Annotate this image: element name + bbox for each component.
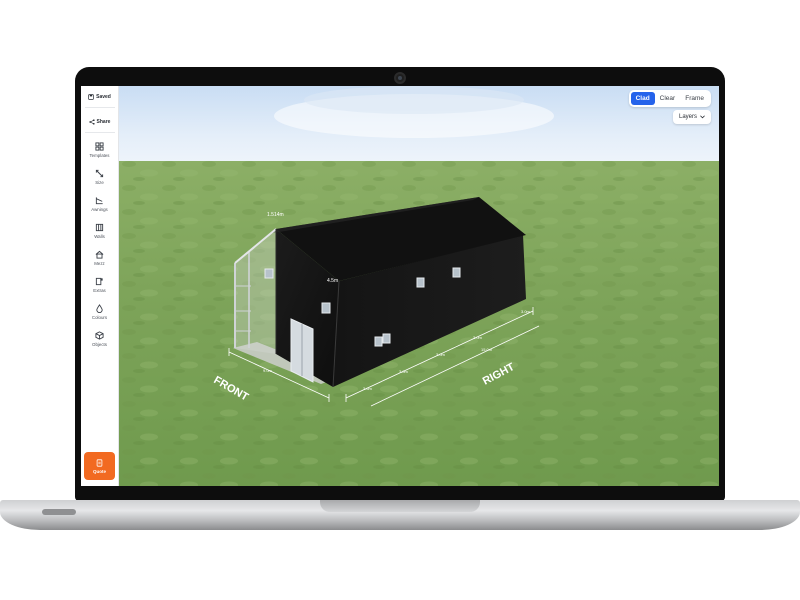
sidebar-item-extras[interactable]: Extras xyxy=(82,271,118,298)
sidebar-item-label: Objects xyxy=(92,341,107,347)
window xyxy=(382,333,391,344)
laptop-base xyxy=(0,500,800,530)
saved-button[interactable]: Saved xyxy=(84,90,116,104)
layers-label: Layers xyxy=(678,114,697,120)
window xyxy=(321,302,331,314)
grid-icon xyxy=(95,141,104,151)
dim-bay-2: 3.0m xyxy=(399,369,409,374)
window xyxy=(452,267,461,278)
droplet-icon xyxy=(96,303,103,313)
sidebar-item-objects[interactable]: Objects xyxy=(82,325,118,352)
sidebar-item-label: Walls xyxy=(94,233,105,239)
view-mode-clear[interactable]: Clear xyxy=(655,92,681,105)
saved-label: Saved xyxy=(96,94,111,100)
walls-icon xyxy=(95,223,104,231)
sidebar-item-size[interactable]: Size xyxy=(82,163,118,190)
quote-label: Quote xyxy=(93,468,106,474)
sidebar-item-label: Templates xyxy=(89,152,110,158)
cube-icon xyxy=(95,330,104,340)
dim-bay-5: 3.0m xyxy=(521,309,531,314)
document-icon xyxy=(96,458,103,467)
sidebar-item-awnings[interactable]: Awnings xyxy=(82,190,118,217)
sidebar-item-colours[interactable]: Colours xyxy=(82,298,118,325)
dim-apex: 1.514m xyxy=(267,212,284,218)
share-icon xyxy=(88,119,95,125)
view-mode-frame[interactable]: Frame xyxy=(680,92,709,105)
view-mode-toggle: Clad Clear Frame xyxy=(628,90,711,107)
window xyxy=(374,336,383,347)
sidebar-item-label: Mezz xyxy=(94,260,105,266)
sidebar: Saved Share Templates Size Awnings Walls… xyxy=(81,86,119,486)
dim-bay-1: 3.6m xyxy=(363,386,373,391)
sidebar-item-label: Size xyxy=(95,179,104,185)
3d-viewport[interactable]: 1.514m 4.5m 9.0m 3.6m 3.0m 3.0m 3.0m 3.0… xyxy=(81,86,719,486)
sidebar-item-templates[interactable]: Templates xyxy=(82,136,118,163)
layers-dropdown[interactable]: Layers xyxy=(673,110,711,124)
sidebar-item-mezz[interactable]: Mezz xyxy=(82,244,118,271)
trackpad-notch xyxy=(320,500,480,512)
share-button[interactable]: Share xyxy=(84,115,116,129)
webcam xyxy=(394,72,406,84)
dim-front-width: 9.0m xyxy=(263,368,273,373)
dim-bay-4: 3.0m xyxy=(473,335,483,340)
window xyxy=(264,268,274,279)
dim-total-length: 15.0m xyxy=(481,347,493,352)
resize-icon xyxy=(95,169,104,177)
laptop-foot xyxy=(42,509,76,515)
quote-button[interactable]: Quote xyxy=(84,452,115,480)
house-icon xyxy=(95,250,104,259)
save-icon xyxy=(88,94,94,100)
dim-bay-3: 3.0m xyxy=(436,352,446,357)
awning-icon xyxy=(95,196,103,204)
laptop-lid: 1.514m 4.5m 9.0m 3.6m 3.0m 3.0m 3.0m 3.0… xyxy=(75,67,725,501)
sidebar-item-label: Extras xyxy=(93,287,106,293)
app-screen: 1.514m 4.5m 9.0m 3.6m 3.0m 3.0m 3.0m 3.0… xyxy=(81,86,719,486)
chevron-down-icon xyxy=(700,115,705,119)
dim-eave: 4.5m xyxy=(327,278,338,284)
sidebar-item-label: Colours xyxy=(91,314,108,320)
extras-icon xyxy=(95,277,103,285)
share-label: Share xyxy=(96,119,111,125)
view-mode-clad[interactable]: Clad xyxy=(630,92,655,105)
sidebar-item-label: Awnings xyxy=(91,206,108,212)
sidebar-item-walls[interactable]: Walls xyxy=(82,217,118,244)
window xyxy=(416,277,425,288)
